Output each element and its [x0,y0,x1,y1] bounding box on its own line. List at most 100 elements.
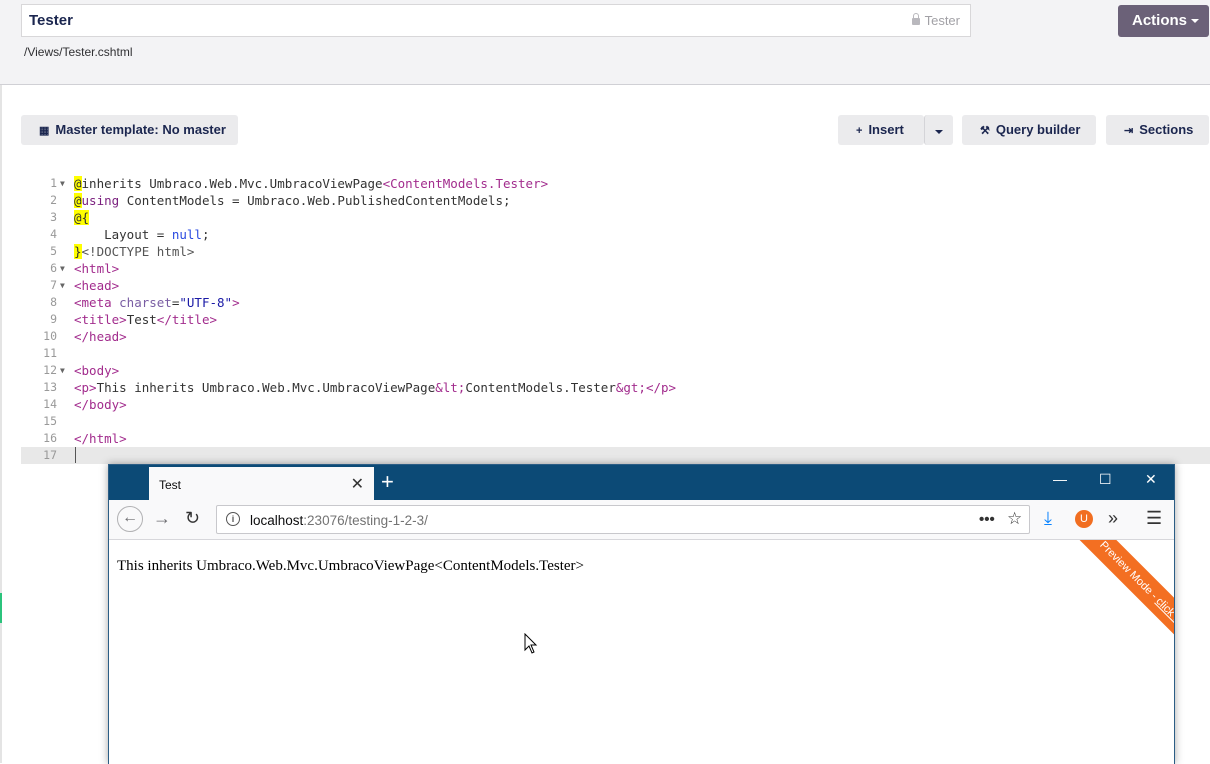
code-text: <meta charset="UTF-8"> [74,294,240,311]
master-template-button[interactable]: ▦ Master template: No master [21,115,238,145]
code-text: <head> [74,278,120,293]
token: Test [126,312,157,327]
code-text: </head> [74,329,127,344]
insert-button[interactable]: + Insert [838,115,924,145]
ribbon-text: Preview Mode - [1097,540,1162,604]
code-line[interactable]: 8 <meta charset="UTF-8"> [21,294,1210,311]
download-icon[interactable]: ⤓ [1044,508,1052,529]
code-line[interactable]: 12 ▼ <body> [21,362,1210,379]
query-builder-button[interactable]: ⚒ Query builder [962,115,1096,145]
token: inherits Umbraco.Web.Mvc.UmbracoViewPage [81,176,383,191]
lock-icon[interactable] [911,13,920,25]
actions-button[interactable]: Actions [1118,5,1209,37]
close-tab-icon[interactable]: ✕ [351,474,364,494]
token: <!DOCTYPE html> [81,244,195,259]
tab-title: Test [159,478,182,492]
code-text: <p>This inherits Umbraco.Web.Mvc.Umbraco… [74,379,676,396]
forward-icon[interactable]: → [153,508,171,529]
new-tab-icon[interactable]: + [381,469,394,495]
code-editor[interactable]: 1 ▼ @inherits Umbraco.Web.Mvc.UmbracoViewP… [21,174,1210,466]
back-icon[interactable]: ← [117,506,143,532]
extension-icon[interactable]: U [1075,510,1093,528]
mouse-pointer-icon [524,633,538,654]
template-path: /Views/Tester.cshtml [24,45,133,59]
minimize-icon[interactable]: — [1053,471,1067,487]
code-line[interactable]: 1 ▼ @inherits Umbraco.Web.Mvc.UmbracoViewP… [21,175,1210,192]
overflow-icon[interactable]: » [1108,508,1118,529]
code-line[interactable]: 15 [21,413,1210,430]
reload-icon[interactable]: ↻ [185,508,200,529]
fold-icon[interactable]: ▼ [60,362,70,379]
code-line[interactable]: 3 @{ [21,209,1210,226]
address-bar[interactable]: i localhost:23076/testing-1-2-3/ ••• ☆ [216,505,1030,534]
master-value: No master [162,122,226,137]
token: using [81,193,120,208]
template-name-field[interactable]: Tester Tester [21,4,971,37]
sections-label: Sections [1139,122,1194,137]
template-name-input[interactable]: Tester [29,12,73,29]
token: ContentModels.Tester [465,380,616,395]
ribbon-link[interactable]: click to end [1153,595,1174,642]
url-text: localhost:23076/testing-1-2-3/ [250,513,428,528]
browser-tab[interactable]: Test ✕ [149,467,374,500]
insert-dropdown-button[interactable] [924,115,953,145]
preview-browser-window: Test ✕ + — ☐ ✕ ← → ↻ i localhost:23076/t… [108,464,1175,764]
browser-page: This inherits Umbraco.Web.Mvc.UmbracoVie… [109,540,1174,764]
code-line[interactable]: 6 ▼ <html> [21,260,1210,277]
code-line-active[interactable]: 17 [21,447,1210,464]
browser-navbar: ← → ↻ i localhost:23076/testing-1-2-3/ •… [109,500,1174,540]
insert-label: Insert [868,122,904,137]
alias-text: Tester [924,13,960,28]
browser-titlebar: Test ✕ + — ☐ ✕ [109,465,1174,500]
line-number: 7 [50,278,57,292]
template-alias[interactable]: Tester [911,13,960,28]
token: &lt; [435,380,466,395]
maximize-icon[interactable]: ☐ [1099,471,1112,488]
code-line[interactable]: 11 [21,345,1210,362]
close-window-icon[interactable]: ✕ [1145,471,1157,488]
code-text: @inherits Umbraco.Web.Mvc.UmbracoViewPag… [74,175,548,192]
code-text: Layout = null; [74,226,209,243]
fold-icon[interactable]: ▼ [60,175,70,192]
bookmark-star-icon[interactable]: ☆ [1007,509,1022,529]
menu-icon[interactable]: ☰ [1146,508,1162,529]
token: Layout = [74,227,172,242]
token: null [171,227,202,242]
more-actions-icon[interactable]: ••• [979,511,995,528]
token: > [232,295,240,310]
code-text: @{ [74,209,90,226]
info-icon[interactable]: i [226,512,240,526]
token: @ [74,193,82,208]
line-number: 3 [50,210,57,224]
token: ; [201,227,210,242]
preview-mode-ribbon[interactable]: Preview Mode - click to end [1058,540,1174,682]
master-label: Master template: [55,122,159,137]
line-number: 1 [50,176,57,190]
code-text: <body> [74,363,120,378]
code-line[interactable]: 4 Layout = null; [21,226,1210,243]
code-line[interactable]: 16 </html> [21,430,1210,447]
fold-icon[interactable]: ▼ [60,260,70,277]
token: <meta [74,295,120,310]
token: ContentModels = Umbraco.Web.PublishedCon… [119,193,511,208]
line-number: 5 [50,244,57,258]
line-number: 8 [50,295,57,309]
code-text: <html> [74,261,120,276]
code-line[interactable]: 13 <p>This inherits Umbraco.Web.Mvc.Umbra… [21,379,1210,396]
line-number: 16 [43,431,57,445]
page-paragraph: This inherits Umbraco.Web.Mvc.UmbracoVie… [117,558,584,574]
url-host: localhost [250,513,304,528]
token: <p> [74,380,97,395]
code-line[interactable]: 14 </body> [21,396,1210,413]
line-number: 12 [43,363,57,377]
code-line[interactable]: 9 <title>Test</title> [21,311,1210,328]
fold-icon[interactable]: ▼ [60,277,70,294]
code-line[interactable]: 7 ▼ <head> [21,277,1210,294]
code-line[interactable]: 2 @using ContentModels = Umbraco.Web.Publ… [21,192,1210,209]
code-line[interactable]: 10 </head> [21,328,1210,345]
sections-button[interactable]: ⇥ Sections [1106,115,1209,145]
code-text: </html> [74,431,127,446]
left-accent [0,593,2,623]
code-line[interactable]: 5}<!DOCTYPE html> [21,243,1210,260]
line-number: 14 [43,397,57,411]
